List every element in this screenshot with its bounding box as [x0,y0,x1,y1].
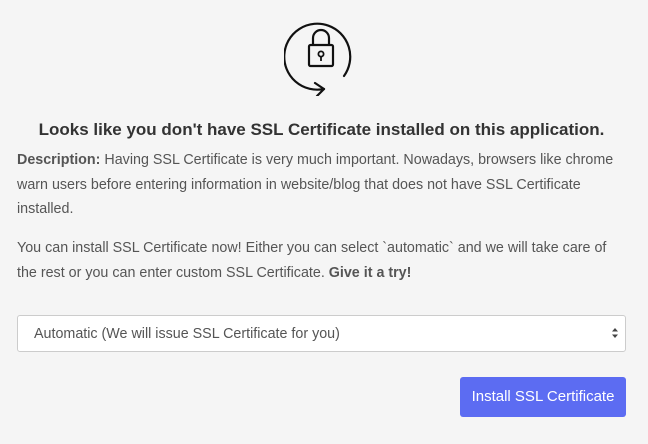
ssl-setup-page: Looks like you don't have SSL Certificat… [0,0,648,444]
ssl-type-selected-value: Automatic (We will issue SSL Certificate… [34,326,340,342]
page-title: Looks like you don't have SSL Certificat… [38,120,605,139]
description-body: Having SSL Certificate is very much impo… [17,152,614,217]
caret-updown-icon [612,328,618,338]
ssl-type-select[interactable]: Automatic (We will issue SSL Certificate… [17,315,626,352]
install-note-text: You can install SSL Certificate now! Eit… [17,236,622,285]
description-text: Description: Having SSL Certificate is v… [17,148,622,222]
lock-refresh-icon [284,22,352,96]
description-label: Description: [17,152,101,168]
install-ssl-button[interactable]: Install SSL Certificate [460,377,626,417]
install-note-emphasis: Give it a try! [328,264,412,281]
install-note-body: You can install SSL Certificate now! Eit… [17,240,607,281]
